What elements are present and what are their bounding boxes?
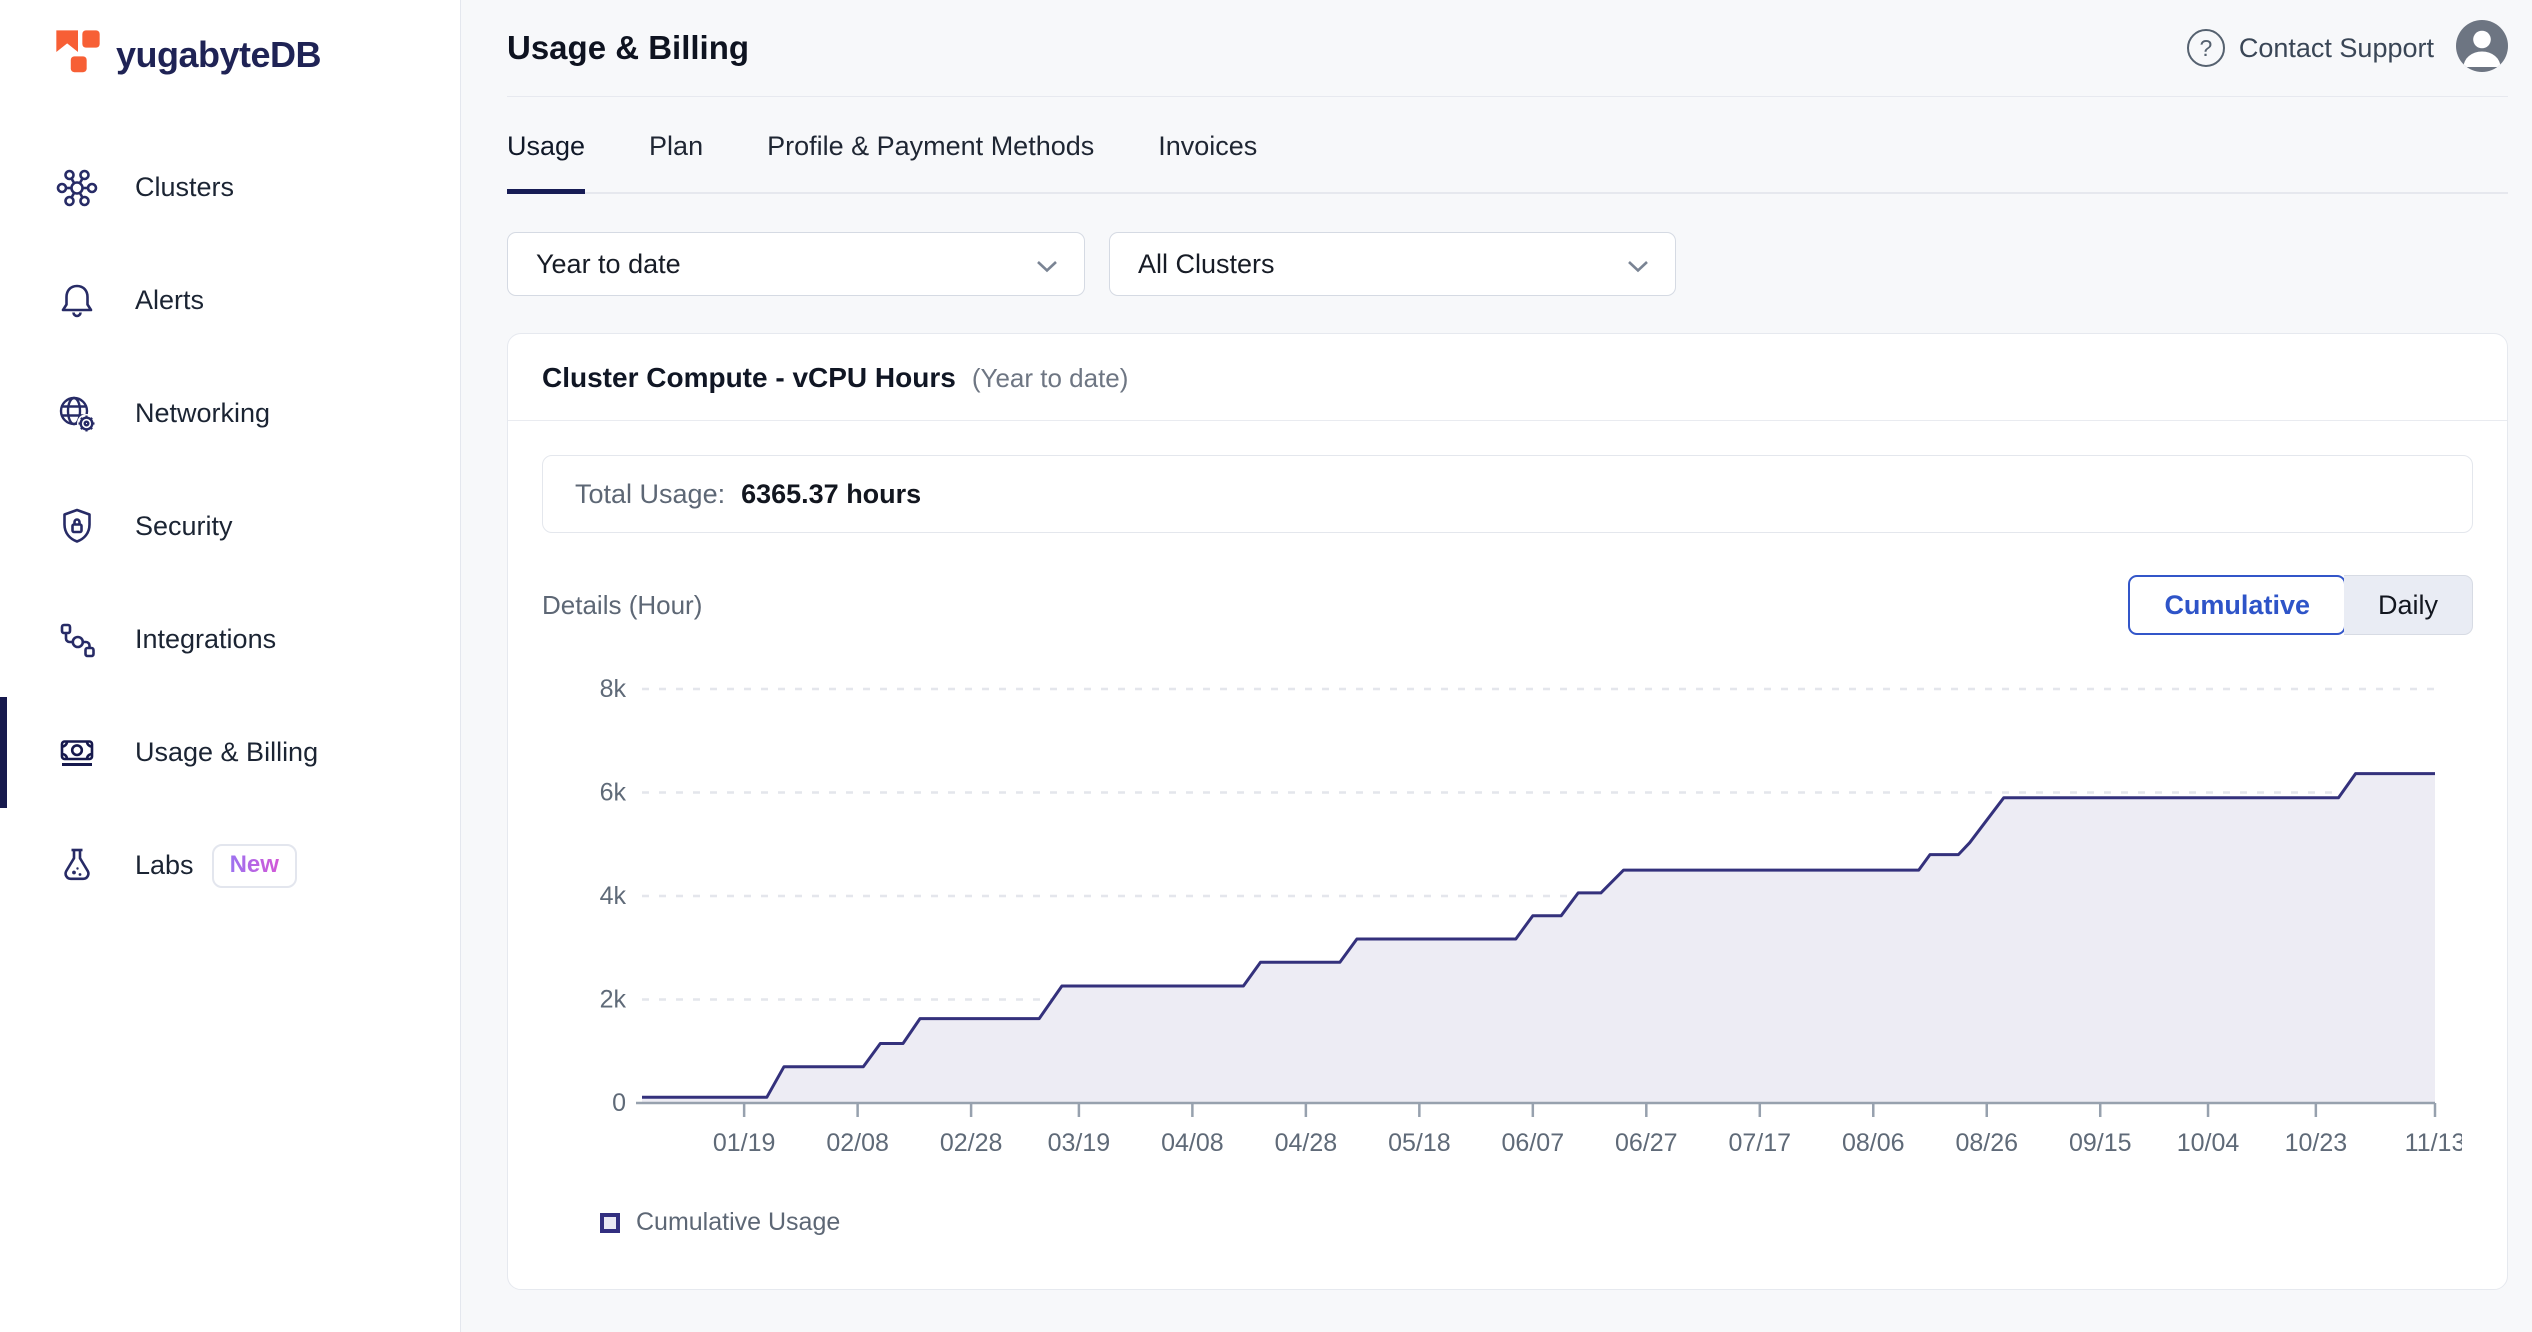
usage-card-title: Cluster Compute - vCPU Hours [542,362,956,394]
x-axis-tick-label: 10/04 [2177,1129,2240,1157]
sidebar-item-clusters[interactable]: Clusters [0,131,460,244]
clusters-icon [55,166,99,210]
sidebar-item-label: Labs [135,850,194,881]
new-badge: New [212,844,297,888]
x-axis-tick-label: 07/17 [1729,1129,1792,1157]
brand-name: yugabyteDB [116,34,321,76]
area-chart-canvas: 0 2k 4k 6k 8k 01/19 02/08 02/28 03/19 04/08 04/28 0… [542,653,2473,1178]
page-title: Usage & Billing [507,29,749,67]
brand-logo[interactable]: yugabyteDB [0,0,460,83]
cumulative-toggle-button[interactable]: Cumulative [2128,575,2346,635]
chevron-down-icon [1627,249,1649,280]
tab-plan[interactable]: Plan [649,101,703,192]
sidebar-item-alerts[interactable]: Alerts [0,244,460,357]
sidebar-item-label: Usage & Billing [135,737,318,768]
header-divider [507,96,2508,97]
usage-card-header: Cluster Compute - vCPU Hours (Year to da… [508,334,2507,420]
flask-icon [55,844,99,888]
y-axis-tick-label: 6k [600,779,627,807]
tab-profile-payment[interactable]: Profile & Payment Methods [767,101,1094,192]
x-axis-tick-label: 09/15 [2069,1129,2132,1157]
legend-label: Cumulative Usage [636,1208,840,1237]
usage-card-subtitle: (Year to date) [972,363,1129,394]
sidebar-item-label: Integrations [135,624,276,655]
shield-lock-icon [55,505,99,549]
bell-icon [55,279,99,323]
time-range-select[interactable]: Year to date [507,232,1085,296]
legend-swatch-icon [600,1213,620,1233]
details-label: Details (Hour) [542,590,702,621]
total-usage-value: 6365.37 hours [741,479,921,510]
globe-gear-icon [55,392,99,436]
chevron-down-icon [1036,249,1058,280]
cluster-select-value: All Clusters [1138,249,1275,280]
y-axis-tick-label: 8k [600,675,627,703]
card-divider [508,420,2507,421]
help-icon: ? [2187,29,2225,67]
user-avatar[interactable] [2456,20,2508,77]
sidebar-item-integrations[interactable]: Integrations [0,583,460,696]
sidebar-item-usage-billing[interactable]: Usage & Billing [0,696,460,809]
contact-support-button[interactable]: ? Contact Support [2187,29,2434,67]
y-axis-tick-label: 0 [612,1089,626,1117]
y-axis-tick-label: 2k [600,986,627,1014]
cumulative-daily-toggle: Cumulative Daily [2128,575,2473,635]
cluster-select[interactable]: All Clusters [1109,232,1676,296]
x-axis-tick-label: 05/18 [1388,1129,1451,1157]
tab-usage[interactable]: Usage [507,101,585,192]
x-axis-tick-label: 04/28 [1275,1129,1338,1157]
x-axis-tick-label: 08/06 [1842,1129,1905,1157]
yugabyte-logo-icon [52,26,104,83]
total-usage-box: Total Usage: 6365.37 hours [542,455,2473,533]
integrations-icon [55,618,99,662]
page-header: Usage & Billing ? Contact Support [507,0,2508,96]
x-axis-tick-label: 11/13 [2405,1129,2462,1157]
app-window: yugabyteDB Clusters [0,0,2532,1332]
chart-legend[interactable]: Cumulative Usage [600,1208,2473,1237]
chart-svg: 0 2k 4k 6k 8k 01/19 02/08 02/28 03/19 04/08 04/28 0… [542,653,2462,1173]
sidebar-item-networking[interactable]: Networking [0,357,460,470]
main-content: Usage & Billing ? Contact Support [461,0,2532,1332]
filter-row: Year to date All Clusters [507,232,2508,296]
sidebar-item-label: Clusters [135,172,234,203]
sidebar-item-label: Networking [135,398,270,429]
tab-invoices[interactable]: Invoices [1158,101,1257,192]
x-axis-tick-label: 03/19 [1048,1129,1111,1157]
x-axis-tick-label: 08/26 [1955,1129,2018,1157]
header-actions: ? Contact Support [2187,20,2508,77]
sidebar-item-labs[interactable]: Labs New [0,809,460,922]
sidebar-item-label: Security [135,511,233,542]
details-row: Details (Hour) Cumulative Daily [542,575,2473,635]
total-usage-label: Total Usage: [575,479,725,510]
x-axis-tick-label: 10/23 [2285,1129,2348,1157]
time-range-value: Year to date [536,249,681,280]
x-axis-tick-label: 02/08 [826,1129,889,1157]
daily-toggle-button[interactable]: Daily [2344,575,2473,635]
y-axis-tick-label: 4k [600,882,627,910]
usage-card: Cluster Compute - vCPU Hours (Year to da… [507,333,2508,1290]
sidebar-nav: Clusters Alerts [0,131,460,922]
banknote-icon [55,731,99,775]
usage-chart[interactable]: 0 2k 4k 6k 8k 01/19 02/08 02/28 03/19 04/08 04/28 0… [542,653,2473,1237]
x-axis-tick-label: 04/08 [1161,1129,1224,1157]
billing-tabs: Usage Plan Profile & Payment Methods Inv… [507,101,2508,194]
contact-support-label: Contact Support [2239,33,2434,64]
x-axis-tick-label: 02/28 [940,1129,1003,1157]
x-axis-tick-label: 01/19 [713,1129,776,1157]
x-axis-tick-label: 06/07 [1502,1129,1565,1157]
x-axis-tick-label: 06/27 [1615,1129,1678,1157]
sidebar-item-label: Alerts [135,285,204,316]
sidebar-item-security[interactable]: Security [0,470,460,583]
sidebar: yugabyteDB Clusters [0,0,461,1332]
area-fill [642,774,2435,1103]
